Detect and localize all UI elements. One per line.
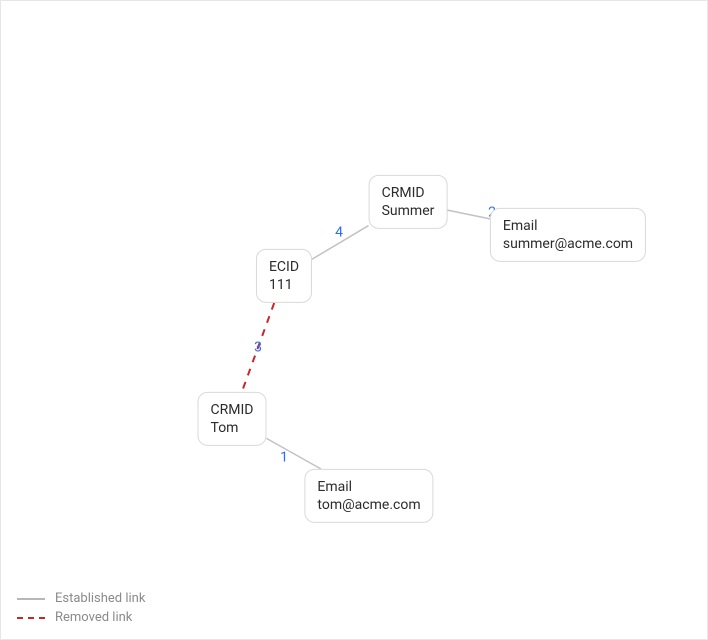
legend-row-established: Established link (17, 591, 145, 606)
node-type: ECID (269, 258, 299, 276)
legend-label: Removed link (55, 610, 132, 625)
node-value: summer@acme.com (503, 235, 633, 253)
node-email-tom: Email tom@acme.com (304, 469, 433, 523)
node-value: tom@acme.com (317, 496, 420, 514)
diagram-frame: 2431 ECID 111 CRMID Summer Email summer@… (0, 0, 708, 640)
legend-swatch-removed-icon (17, 617, 45, 619)
node-ecid: ECID 111 (256, 249, 312, 303)
node-value: Tom (211, 419, 254, 437)
node-type: CRMID (211, 401, 254, 419)
node-value: 111 (269, 276, 299, 294)
edge-label: 1 (280, 450, 288, 466)
legend-swatch-established-icon (17, 598, 45, 600)
edge-established (448, 210, 491, 219)
edge-established (267, 438, 321, 469)
node-email-summer: Email summer@acme.com (490, 208, 646, 262)
legend: Established link Removed link (17, 587, 145, 625)
node-crmid-summer: CRMID Summer (369, 175, 448, 229)
node-type: Email (503, 217, 633, 235)
node-value: Summer (382, 202, 435, 220)
edge-label: 4 (335, 225, 343, 241)
node-type: Email (317, 478, 420, 496)
legend-row-removed: Removed link (17, 610, 145, 625)
node-type: CRMID (382, 184, 435, 202)
node-crmid-tom: CRMID Tom (198, 392, 267, 446)
graph-edges: 2431 (1, 1, 707, 639)
edge-label: 3 (254, 340, 262, 356)
legend-label: Established link (55, 591, 145, 606)
